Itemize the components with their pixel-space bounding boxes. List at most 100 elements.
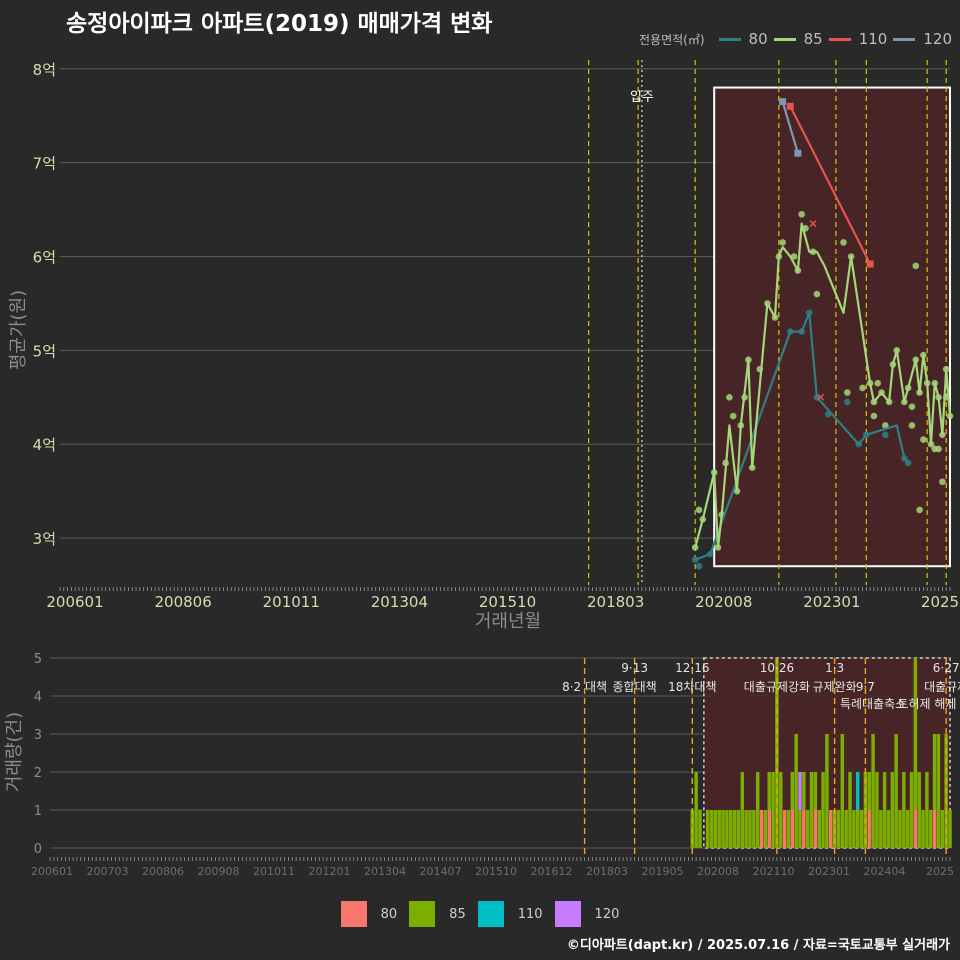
volume-y-tick-label: 3: [34, 728, 42, 743]
volume-bar-85: [732, 810, 737, 848]
volume-bar-85: [744, 810, 748, 848]
volume-bar-80: [829, 810, 833, 848]
volume-bar-85: [948, 810, 952, 848]
volume-bar-85: [767, 772, 771, 810]
policy-label-name: 8·2 대책: [562, 679, 607, 694]
volume-legend-item-85: 85: [409, 901, 466, 927]
volume-y-tick-label: 1: [34, 804, 42, 819]
volume-bar-85: [855, 810, 860, 848]
volume-x-tick-label: 202404: [864, 865, 906, 878]
volume-bar-85: [836, 810, 841, 848]
volume-bar-85: [925, 772, 929, 848]
volume-x-tick-label: 2025: [926, 865, 954, 878]
volume-bar-85: [817, 810, 821, 848]
volume-bar-85: [871, 734, 875, 848]
volume-bar-85: [709, 810, 714, 848]
volume-x-tick-label: 202110: [753, 865, 795, 878]
volume-bar-85: [786, 810, 791, 848]
volume-bar-80: [790, 810, 795, 848]
volume-y-axis-title: 거래량(건): [4, 712, 25, 792]
policy-label-name: 9·7: [856, 680, 875, 694]
volume-x-tick-label: 202008: [697, 865, 739, 878]
volume-bar-85: [771, 772, 775, 848]
volume-bar-85: [913, 658, 918, 810]
volume-bar-80: [802, 810, 806, 848]
volume-x-tick-label: 201407: [420, 865, 462, 878]
volume-bar-85: [894, 734, 898, 848]
policy-label-extra: 특례대출축소: [840, 697, 906, 711]
volume-x-tick-label: 200601: [31, 865, 73, 878]
volume-bar-85: [875, 772, 879, 848]
volume-bar-85: [902, 772, 906, 848]
source-footer: ©디아파트(dapt.kr) / 2025.07.16 / 자료=국토교통부 실…: [566, 938, 950, 953]
volume-bar-85: [882, 772, 887, 848]
volume-legend-swatch-120: [554, 901, 581, 927]
volume-x-tick-label: 201510: [475, 865, 517, 878]
volume-bar-85: [725, 810, 729, 848]
volume-x-tick-label: 201612: [531, 865, 573, 878]
volume-chart: 0 1 2 3 4 5 8·2 대책 9·13 종합대책 12·16 18차대책 10·26 대출규제강…: [4, 652, 960, 878]
volume-bar-85: [825, 734, 829, 848]
volume-legend-item-120: 120: [554, 901, 619, 927]
volume-x-tick-label: 202301: [808, 865, 850, 878]
volume-bar-80: [932, 810, 937, 848]
volume-y-tick-label: 4: [34, 690, 42, 705]
volume-bar-85: [798, 810, 802, 848]
volume-x-tick-label: 201803: [586, 865, 628, 878]
volume-bar-85: [852, 810, 856, 848]
volume-bar-85: [721, 810, 725, 848]
volume-bar-80: [767, 810, 771, 848]
volume-bar-80: [759, 810, 764, 848]
volume-bar-85: [755, 772, 760, 848]
volume-bar-85: [867, 772, 871, 810]
policy-label-name: 18차대책: [668, 679, 716, 694]
volume-bar-85: [752, 810, 756, 848]
volume-x-tick-label: 201201: [309, 865, 351, 878]
volume-bar-85: [740, 772, 745, 848]
volume-bar-85: [859, 810, 864, 848]
volume-bar-85: [779, 772, 783, 848]
volume-bar-85: [921, 810, 925, 848]
volume-legend-swatch-80: [340, 901, 367, 927]
volume-bar-85: [748, 810, 752, 848]
volume-bar-85: [809, 772, 814, 848]
volume-legend-label-110: 110: [517, 906, 543, 922]
volume-bar-85: [886, 810, 891, 848]
volume-x-tick-label: 200703: [87, 865, 129, 878]
volume-x-tick-label: 201905: [642, 865, 684, 878]
volume-x-tick-label: 200806: [142, 865, 184, 878]
policy-label-name: 대출규제: [924, 680, 960, 694]
policy-label-extra: 토허제 해제: [897, 697, 956, 711]
volume-bar-85: [848, 772, 852, 848]
volume-x-tick-label: 201304: [364, 865, 406, 878]
volume-bar-85: [713, 810, 718, 848]
policy-label-name: 대출규제강화: [744, 680, 810, 694]
volume-bar-85: [763, 810, 768, 848]
volume-bar-85: [717, 810, 721, 848]
volume-bar-85: [802, 772, 806, 810]
volume-y-tick-label: 5: [34, 652, 42, 667]
chart-root: 송정아이파크 아파트(2019) 매매가격 변화 전용면적(㎡) 80 85 1…: [0, 0, 960, 960]
volume-bar-85: [790, 772, 795, 810]
volume-bar-120: [798, 772, 802, 810]
volume-bar-85: [909, 772, 914, 848]
volume-legend-item-110: 110: [477, 901, 543, 927]
policy-label-name: 규제완화: [813, 680, 857, 694]
policy-label-name: 종합대책: [613, 679, 657, 694]
volume-legend-item-80: 80: [340, 901, 397, 927]
policy-label-date: 9·13: [621, 661, 648, 675]
volume-bar-85: [698, 810, 702, 848]
volume-y-tick-label: 2: [34, 766, 42, 781]
policy-label-date: 12·16: [675, 661, 709, 675]
volume-legend: 80 85 110 120: [0, 901, 960, 927]
volume-bar-85: [840, 734, 845, 848]
volume-bar-85: [844, 810, 848, 848]
policy-label-date: 1·3: [825, 661, 844, 675]
volume-bar-85: [929, 810, 933, 848]
volume-bar-85: [940, 810, 945, 848]
volume-y-tick-label: 0: [34, 842, 42, 857]
volume-bar-85: [905, 810, 910, 848]
volume-bar-85: [813, 772, 818, 810]
volume-bar-85: [805, 810, 810, 848]
volume-bar-85: [736, 810, 741, 848]
